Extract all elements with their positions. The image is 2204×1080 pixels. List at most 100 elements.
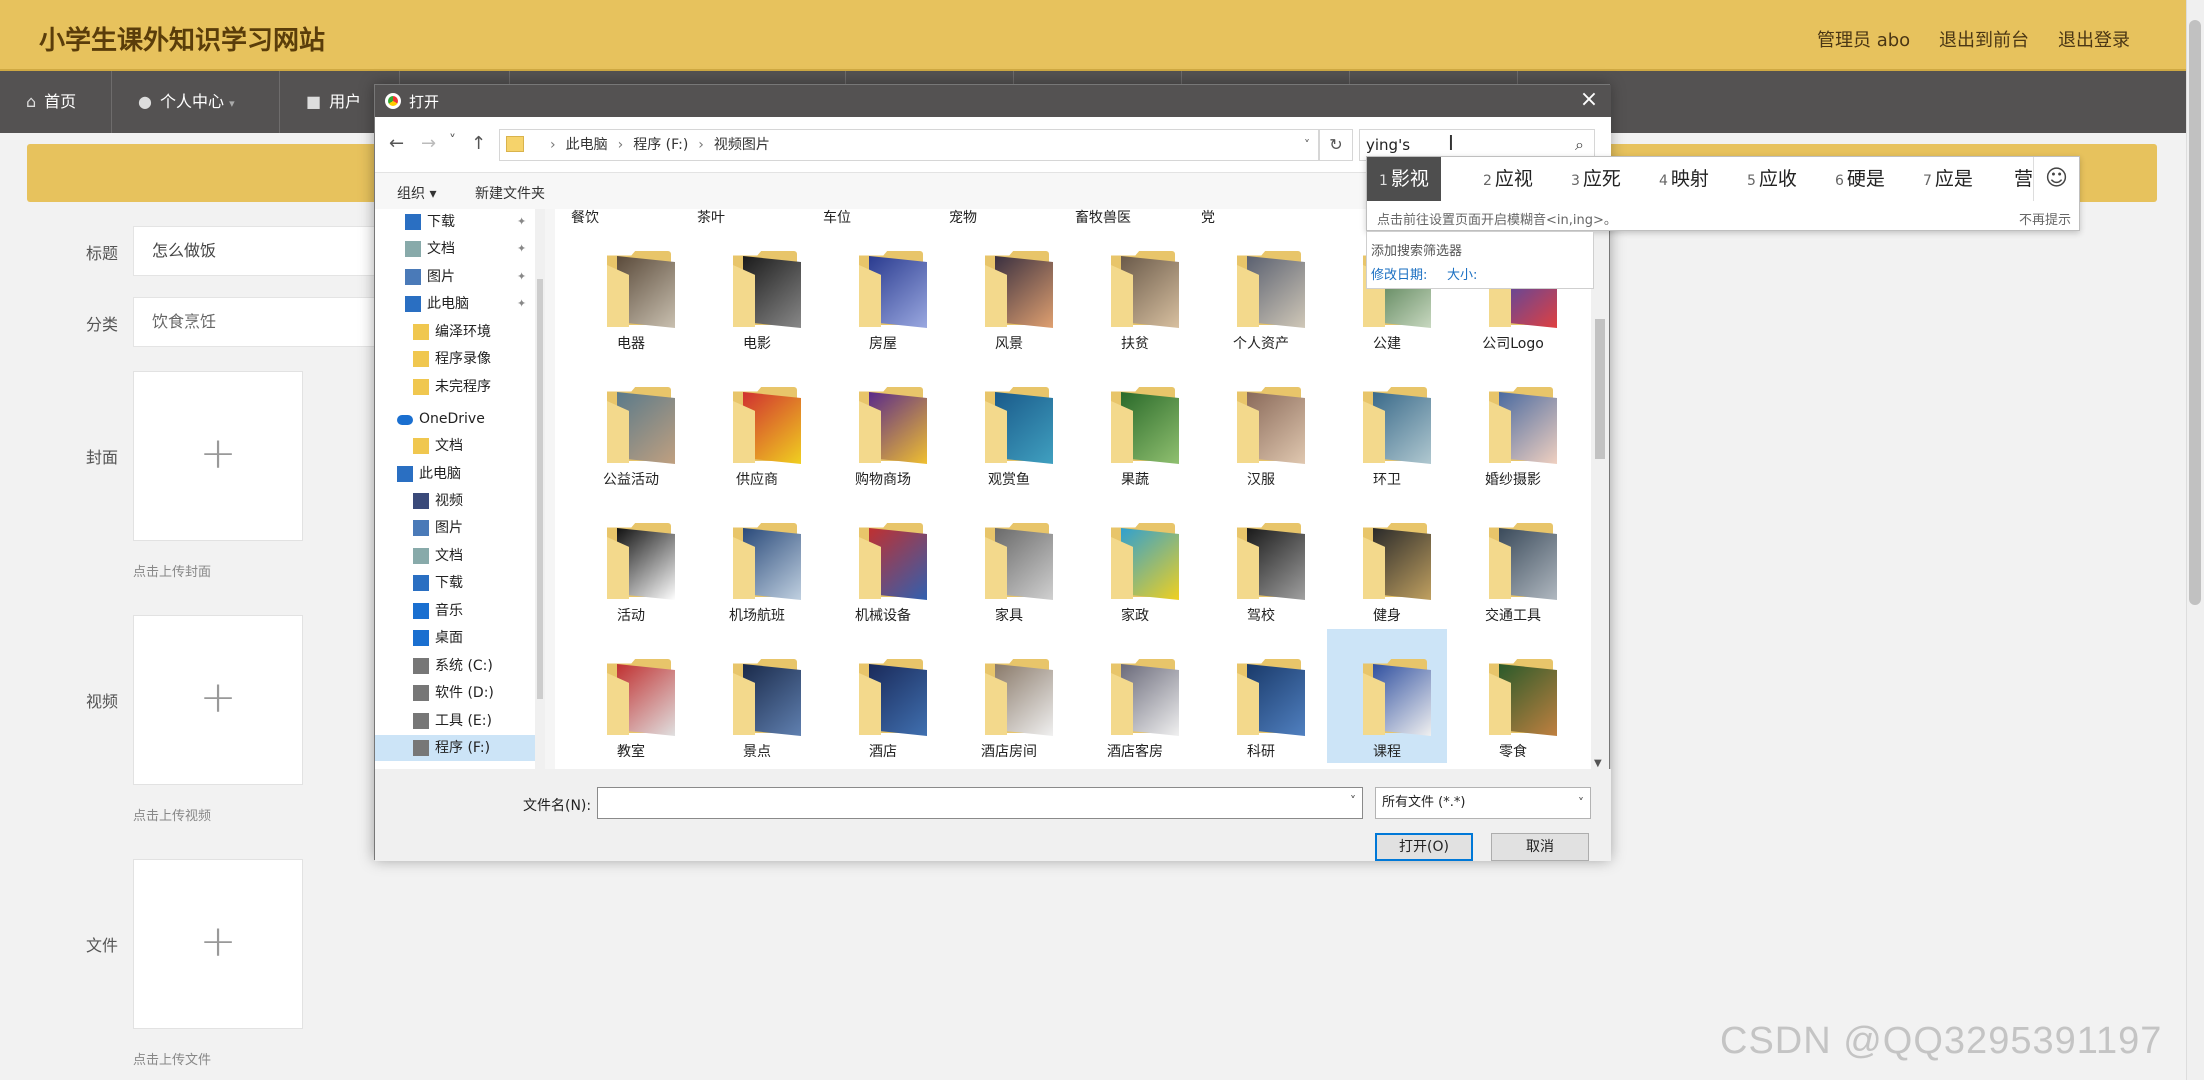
- scroll-down-icon[interactable]: ▼: [1594, 758, 1602, 769]
- nav-pane-item[interactable]: 此电脑: [375, 461, 535, 487]
- breadcrumb-video-pictures[interactable]: 视频图片: [714, 137, 770, 153]
- admin-user-link[interactable]: 管理员 abo: [1817, 26, 1910, 52]
- nav-pane-item[interactable]: 文档: [375, 543, 535, 569]
- dialog-close-button[interactable]: ×: [1575, 87, 1603, 112]
- refresh-button[interactable]: ↻: [1319, 129, 1353, 161]
- folder-icon: [733, 251, 803, 329]
- nav-pane-item[interactable]: 下载: [375, 570, 535, 596]
- nav-personal-center[interactable]: ● 个人中心 ▾: [112, 71, 280, 133]
- breadcrumb-drive-f[interactable]: 程序 (F:): [633, 137, 688, 153]
- folder-item[interactable]: 观赏鱼: [949, 357, 1069, 491]
- folder-item[interactable]: 酒店客房: [1075, 629, 1195, 763]
- folder-item[interactable]: 环卫: [1327, 357, 1447, 491]
- folder-item[interactable]: 汉服: [1201, 357, 1321, 491]
- folder-item[interactable]: 科研: [1201, 629, 1321, 763]
- breadcrumb-this-pc[interactable]: 此电脑: [566, 137, 608, 153]
- nav-pane-scrollbar[interactable]: [535, 209, 545, 769]
- folder-item[interactable]: 机场航班: [697, 493, 817, 627]
- nav-pane-item[interactable]: 文档 ✦: [375, 236, 535, 262]
- filename-input[interactable]: ˅: [597, 787, 1363, 819]
- emoji-icon[interactable]: ☺: [2033, 157, 2079, 201]
- forward-button[interactable]: →: [421, 133, 436, 154]
- page-scrollbar-thumb[interactable]: [2189, 20, 2201, 605]
- nav-pane-item[interactable]: 未完程序: [375, 374, 535, 400]
- folder-item[interactable]: 果蔬: [1075, 357, 1195, 491]
- ime-candidate[interactable]: 7 应是: [1923, 157, 1973, 201]
- ime-candidate[interactable]: 6 硬是: [1835, 157, 1885, 201]
- ime-no-more-link[interactable]: 不再提示: [2019, 209, 2071, 228]
- chevron-down-icon[interactable]: ˅: [1350, 794, 1356, 808]
- folder-item[interactable]: 电影: [697, 221, 817, 355]
- nav-pane-item[interactable]: 此电脑 ✦: [375, 291, 535, 317]
- ime-tip[interactable]: 点击前往设置页面开启模糊音<in,ing>。: [1377, 209, 1617, 228]
- nav-pane-scroll-thumb[interactable]: [537, 279, 543, 699]
- exit-to-frontend-link[interactable]: 退出到前台: [1939, 26, 2029, 52]
- folder-item[interactable]: 酒店房间: [949, 629, 1069, 763]
- nav-pane-item[interactable]: 图片 ✦: [375, 264, 535, 290]
- folder-item[interactable]: 供应商: [697, 357, 817, 491]
- filter-size-link[interactable]: 大小:: [1447, 264, 1477, 283]
- nav-pane-item[interactable]: 程序 (F:): [375, 735, 535, 761]
- folder-item[interactable]: 家具: [949, 493, 1069, 627]
- nav-pane-item[interactable]: 系统 (C:): [375, 653, 535, 679]
- nav-pane-item[interactable]: OneDrive: [375, 406, 535, 432]
- folder-item[interactable]: 个人资产: [1201, 221, 1321, 355]
- nav-pane-item[interactable]: 音乐: [375, 598, 535, 624]
- folder-item[interactable]: 交通工具: [1453, 493, 1573, 627]
- folder-item[interactable]: 活动: [571, 493, 691, 627]
- filetype-select[interactable]: 所有文件 (*.*) ˅: [1375, 787, 1591, 819]
- folder-item[interactable]: 房屋: [823, 221, 943, 355]
- folder-item[interactable]: 酒店: [823, 629, 943, 763]
- folder-item[interactable]: 扶贫: [1075, 221, 1195, 355]
- nav-pane-item[interactable]: 图片: [375, 515, 535, 541]
- folder-item[interactable]: 电器: [571, 221, 691, 355]
- document-icon: [413, 548, 429, 564]
- folder-item[interactable]: 公益活动: [571, 357, 691, 491]
- folder-item[interactable]: 景点: [697, 629, 817, 763]
- video-upload[interactable]: +: [133, 615, 303, 785]
- open-button[interactable]: 打开(O): [1375, 833, 1473, 861]
- nav-pane-item[interactable]: 软件 (D:): [375, 680, 535, 706]
- ime-candidate[interactable]: 5 应收: [1747, 157, 1797, 201]
- recent-locations-button[interactable]: ˅: [449, 133, 456, 149]
- file-upload[interactable]: +: [133, 859, 303, 1029]
- page-scrollbar[interactable]: [2186, 0, 2204, 1080]
- logout-link[interactable]: 退出登录: [2058, 26, 2130, 52]
- nav-pane-item[interactable]: 编泽环境: [375, 319, 535, 345]
- filter-date-link[interactable]: 修改日期:: [1371, 264, 1427, 283]
- ime-candidate[interactable]: 3 应死: [1571, 157, 1621, 201]
- nav-pane-item[interactable]: 文档: [375, 433, 535, 459]
- folder-label: 机场航班: [729, 608, 785, 624]
- nav-pane-item[interactable]: 程序录像: [375, 346, 535, 372]
- nav-home[interactable]: ⌂ 首页: [0, 71, 112, 133]
- folder-item[interactable]: 购物商场: [823, 357, 943, 491]
- nav-pane-item[interactable]: 桌面: [375, 625, 535, 651]
- cover-upload[interactable]: +: [133, 371, 303, 541]
- folder-item[interactable]: 家政: [1075, 493, 1195, 627]
- nav-pane-item[interactable]: 视频: [375, 488, 535, 514]
- folder-item[interactable]: 机械设备: [823, 493, 943, 627]
- nav-pane-item-label: 图片: [427, 269, 455, 285]
- ime-candidate[interactable]: 2 应视: [1483, 157, 1533, 201]
- nav-pane-item[interactable]: 工具 (E:): [375, 708, 535, 734]
- back-button[interactable]: ←: [389, 133, 404, 154]
- folder-item[interactable]: 婚纱摄影: [1453, 357, 1573, 491]
- grid-scrollbar[interactable]: ▲ ▼: [1591, 207, 1609, 769]
- folder-item[interactable]: 零食: [1453, 629, 1573, 763]
- folder-item[interactable]: 课程: [1327, 629, 1447, 763]
- ime-candidate[interactable]: 营: [2011, 157, 2033, 201]
- ime-candidate[interactable]: 4 映射: [1659, 157, 1709, 201]
- ime-candidate[interactable]: 1 影视: [1367, 157, 1441, 201]
- nav-pane-item[interactable]: 下载 ✦: [375, 209, 535, 235]
- organize-button[interactable]: 组织 ▾: [397, 183, 436, 203]
- folder-item[interactable]: 驾校: [1201, 493, 1321, 627]
- cancel-button[interactable]: 取消: [1491, 833, 1589, 861]
- up-button[interactable]: ↑: [471, 133, 486, 154]
- folder-item[interactable]: 教室: [571, 629, 691, 763]
- folder-item[interactable]: 风景: [949, 221, 1069, 355]
- chevron-down-icon[interactable]: ˅: [1304, 130, 1310, 160]
- folder-item[interactable]: 健身: [1327, 493, 1447, 627]
- breadcrumb[interactable]: › 此电脑 › 程序 (F:) › 视频图片 ˅: [499, 129, 1319, 161]
- new-folder-button[interactable]: 新建文件夹: [475, 183, 545, 203]
- grid-scroll-thumb[interactable]: [1595, 319, 1605, 459]
